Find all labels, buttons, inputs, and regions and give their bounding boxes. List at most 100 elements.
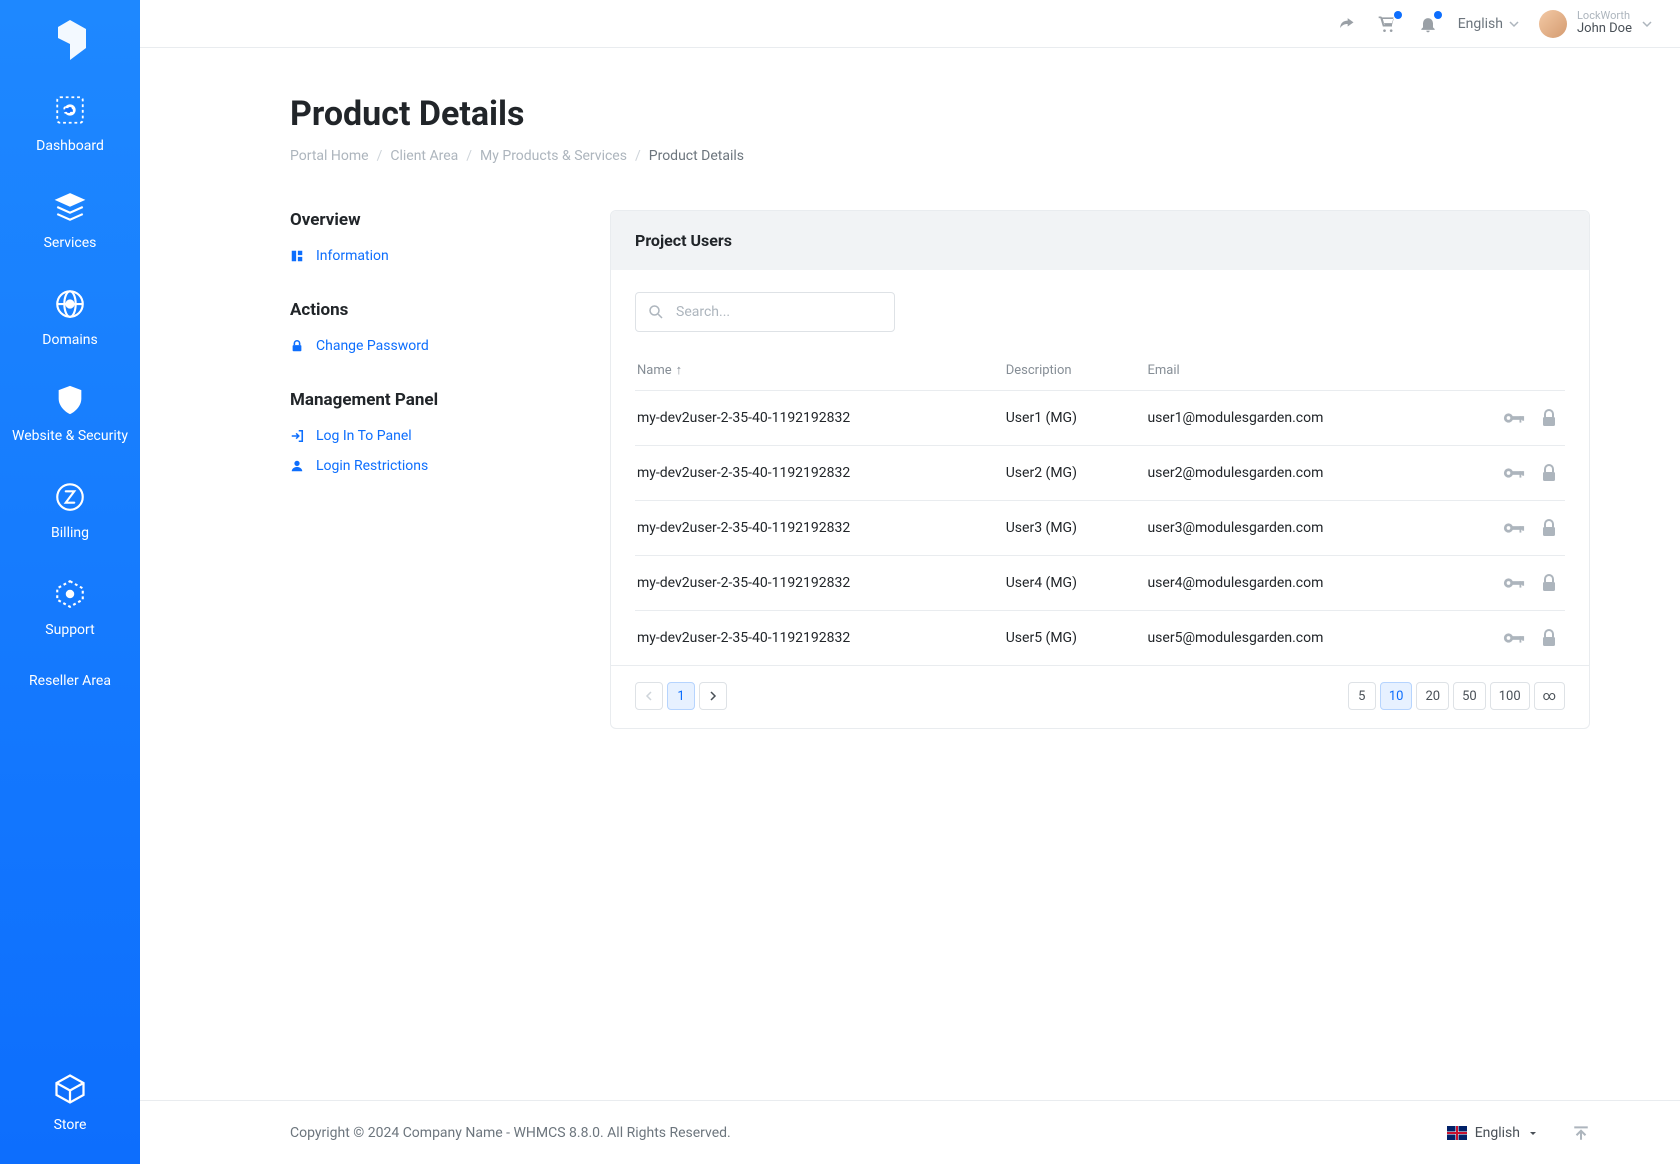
billing-icon bbox=[52, 479, 88, 515]
bell-icon[interactable] bbox=[1418, 14, 1438, 34]
breadcrumb-item[interactable]: My Products & Services bbox=[480, 148, 627, 164]
lock-icon[interactable] bbox=[1541, 464, 1557, 482]
page-size-5[interactable]: 5 bbox=[1348, 682, 1376, 710]
section-title-overview: Overview bbox=[290, 210, 570, 230]
sidebar-item-reseller[interactable]: Reseller Area bbox=[0, 673, 140, 690]
sidebar-item-label: Dashboard bbox=[36, 138, 104, 155]
page-next[interactable] bbox=[699, 682, 727, 710]
page-size-50[interactable]: 50 bbox=[1453, 682, 1486, 710]
page-size-100[interactable]: 100 bbox=[1490, 682, 1530, 710]
footer: Copyright © 2024 Company Name - WHMCS 8.… bbox=[140, 1100, 1680, 1164]
shield-icon bbox=[52, 382, 88, 418]
user-menu[interactable]: LockWorth John Doe bbox=[1539, 10, 1652, 38]
footer-language-label: English bbox=[1475, 1125, 1520, 1141]
lock-icon[interactable] bbox=[1541, 574, 1557, 592]
page-prev[interactable] bbox=[635, 682, 663, 710]
nav-login-restrictions[interactable]: Login Restrictions bbox=[290, 458, 570, 474]
pagination: 1 bbox=[635, 682, 727, 710]
language-selector[interactable]: English bbox=[1458, 16, 1519, 32]
language-label: English bbox=[1458, 16, 1503, 32]
sort-asc-icon: ↑ bbox=[676, 363, 683, 378]
nav-information[interactable]: Information bbox=[290, 248, 570, 264]
key-icon[interactable] bbox=[1503, 410, 1525, 426]
cell-email: user3@modulesgarden.com bbox=[1139, 501, 1451, 556]
nav-change-password[interactable]: Change Password bbox=[290, 338, 570, 354]
nav-login-panel[interactable]: Log In To Panel bbox=[290, 428, 570, 444]
table-row: my-dev2user-2-35-40-1192192832User5 (MG)… bbox=[635, 611, 1565, 666]
key-icon[interactable] bbox=[1503, 575, 1525, 591]
caret-down-icon bbox=[1528, 1128, 1538, 1138]
scroll-to-top[interactable] bbox=[1572, 1124, 1590, 1142]
key-icon[interactable] bbox=[1503, 520, 1525, 536]
sidebar-item-store[interactable]: Store bbox=[0, 1071, 140, 1134]
cell-description: User3 (MG) bbox=[998, 501, 1140, 556]
cell-description: User4 (MG) bbox=[998, 556, 1140, 611]
search-box bbox=[635, 292, 895, 332]
nav-label: Login Restrictions bbox=[316, 458, 428, 474]
lock-icon[interactable] bbox=[1541, 409, 1557, 427]
info-icon bbox=[290, 249, 304, 263]
user-name: John Doe bbox=[1577, 22, 1632, 37]
lock-icon[interactable] bbox=[1541, 629, 1557, 647]
section-title-mgmt: Management Panel bbox=[290, 390, 570, 410]
sidebar-item-services[interactable]: Services bbox=[0, 189, 140, 252]
chevron-down-icon bbox=[1642, 19, 1652, 29]
cell-email: user5@modulesgarden.com bbox=[1139, 611, 1451, 666]
sidebar-item-dashboard[interactable]: Dashboard bbox=[0, 92, 140, 155]
logo[interactable] bbox=[50, 18, 90, 62]
notification-dot bbox=[1434, 11, 1442, 19]
services-icon bbox=[52, 189, 88, 225]
sidebar-item-billing[interactable]: Billing bbox=[0, 479, 140, 542]
key-icon[interactable] bbox=[1503, 630, 1525, 646]
chevron-down-icon bbox=[1509, 19, 1519, 29]
breadcrumb-current: Product Details bbox=[649, 148, 744, 164]
share-icon[interactable] bbox=[1336, 14, 1356, 34]
col-name[interactable]: Name↑ bbox=[635, 350, 998, 391]
cell-name: my-dev2user-2-35-40-1192192832 bbox=[635, 391, 998, 446]
sidebar-item-label: Reseller Area bbox=[29, 673, 111, 690]
sidebar-item-domains[interactable]: Domains bbox=[0, 286, 140, 349]
lock-icon[interactable] bbox=[1541, 519, 1557, 537]
support-icon bbox=[52, 576, 88, 612]
col-description[interactable]: Description bbox=[998, 350, 1140, 391]
section-title-actions: Actions bbox=[290, 300, 570, 320]
globe-icon bbox=[52, 286, 88, 322]
sidebar-item-support[interactable]: Support bbox=[0, 576, 140, 639]
key-icon[interactable] bbox=[1503, 465, 1525, 481]
col-email[interactable]: Email bbox=[1139, 350, 1451, 391]
cell-description: User2 (MG) bbox=[998, 446, 1140, 501]
chevron-right-icon bbox=[709, 691, 717, 701]
copyright: Copyright © 2024 Company Name - WHMCS 8.… bbox=[290, 1125, 731, 1141]
page-size-10[interactable]: 10 bbox=[1380, 682, 1413, 710]
breadcrumb-item[interactable]: Client Area bbox=[390, 148, 458, 164]
cell-email: user1@modulesgarden.com bbox=[1139, 391, 1451, 446]
cell-description: User1 (MG) bbox=[998, 391, 1140, 446]
sidebar-item-label: Website & Security bbox=[12, 428, 128, 445]
sidebar-item-website-security[interactable]: Website & Security bbox=[0, 382, 140, 445]
cell-name: my-dev2user-2-35-40-1192192832 bbox=[635, 556, 998, 611]
sidebar-item-label: Billing bbox=[51, 525, 89, 542]
breadcrumb-item[interactable]: Portal Home bbox=[290, 148, 369, 164]
nav-label: Log In To Panel bbox=[316, 428, 412, 444]
topbar: English LockWorth John Doe bbox=[140, 0, 1680, 48]
panel-title: Project Users bbox=[611, 211, 1589, 270]
search-input[interactable] bbox=[635, 292, 895, 332]
footer-language-selector[interactable]: English bbox=[1447, 1125, 1538, 1141]
page-size-20[interactable]: 20 bbox=[1416, 682, 1449, 710]
table-row: my-dev2user-2-35-40-1192192832User1 (MG)… bbox=[635, 391, 1565, 446]
breadcrumb: Portal Home/ Client Area/ My Products & … bbox=[290, 148, 1590, 164]
sidebar-item-label: Services bbox=[44, 235, 97, 252]
table-row: my-dev2user-2-35-40-1192192832User4 (MG)… bbox=[635, 556, 1565, 611]
project-users-panel: Project Users N bbox=[610, 210, 1590, 729]
cell-email: user2@modulesgarden.com bbox=[1139, 446, 1451, 501]
sidebar: Dashboard Services Domains Website & Sec… bbox=[0, 0, 140, 1164]
uk-flag-icon bbox=[1447, 1126, 1467, 1140]
page-size-∞[interactable]: ∞ bbox=[1534, 682, 1565, 710]
chevron-left-icon bbox=[645, 691, 653, 701]
cart-icon[interactable] bbox=[1376, 14, 1398, 34]
cube-icon bbox=[52, 1071, 88, 1107]
cell-name: my-dev2user-2-35-40-1192192832 bbox=[635, 501, 998, 556]
dashboard-icon bbox=[52, 92, 88, 128]
table-row: my-dev2user-2-35-40-1192192832User2 (MG)… bbox=[635, 446, 1565, 501]
page-1[interactable]: 1 bbox=[667, 682, 695, 710]
